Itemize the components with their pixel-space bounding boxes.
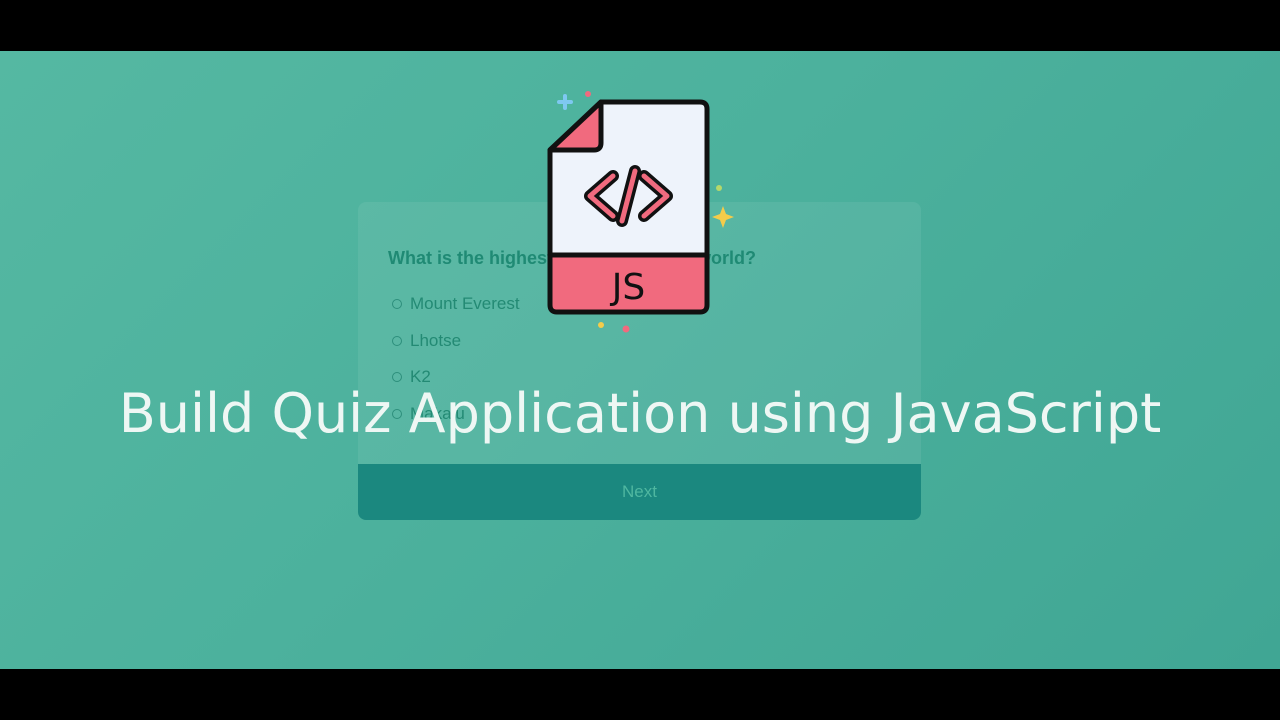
radio-button[interactable]: [392, 299, 402, 310]
js-file-icon: JS: [547, 91, 734, 333]
next-button[interactable]: Next: [358, 464, 921, 520]
answer-label: Mount Everest: [410, 294, 520, 314]
answer-option-everest[interactable]: Mount Everest: [392, 286, 520, 323]
radio-button[interactable]: [392, 372, 402, 383]
video-title: Build Quiz Application using JavaScript: [118, 382, 1162, 445]
answer-label: Lhotse: [410, 330, 462, 350]
answer-option-lhotse[interactable]: Lhotse: [392, 323, 520, 360]
radio-button[interactable]: [392, 335, 402, 346]
video-frame: What is the highest mountain in the worl…: [0, 0, 1280, 720]
quiz-app-screen: What is the highest mountain in the worl…: [0, 51, 1280, 669]
js-label: JS: [610, 267, 645, 308]
